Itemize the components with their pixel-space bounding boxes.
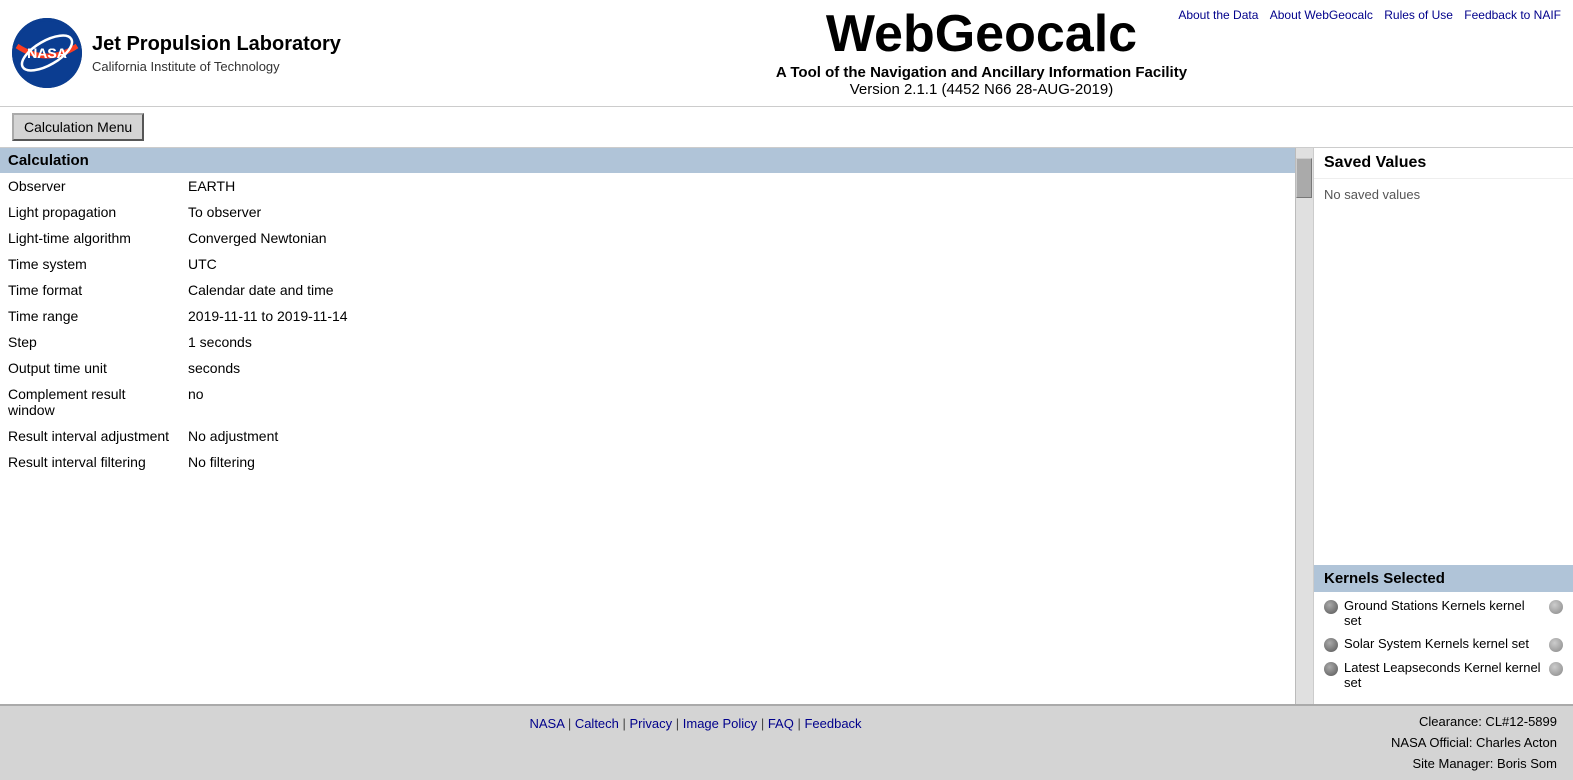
calculation-section-header: Calculation	[0, 148, 1295, 173]
rules-of-use-link[interactable]: Rules of Use	[1384, 8, 1453, 22]
jpl-subtitle: California Institute of Technology	[92, 58, 341, 76]
kernel-item: Ground Stations Kernels kernel set	[1324, 598, 1563, 628]
kernels-selected-header: Kernels Selected	[1314, 565, 1573, 592]
svg-text:NASA: NASA	[27, 45, 67, 61]
jpl-text: Jet Propulsion Laboratory California Ins…	[92, 30, 341, 76]
calculation-menu-button[interactable]: Calculation Menu	[12, 113, 144, 141]
app-subtitle: A Tool of the Navigation and Ancillary I…	[402, 64, 1561, 81]
field-value: UTC	[180, 251, 1295, 277]
footer-faq-link[interactable]: FAQ	[768, 716, 794, 731]
saved-values-header: Saved Values	[1314, 148, 1573, 179]
footer-caltech-link[interactable]: Caltech	[575, 716, 619, 731]
footer-sep-2: |	[623, 716, 630, 731]
field-value: seconds	[180, 355, 1295, 381]
field-label: Light propagation	[0, 199, 180, 225]
nasa-official-text: NASA Official: Charles Acton	[1391, 733, 1557, 754]
footer-feedback-link[interactable]: Feedback	[804, 716, 861, 731]
clearance-text: Clearance: CL#12-5899	[1391, 712, 1557, 733]
kernels-list: Ground Stations Kernels kernel set Solar …	[1314, 592, 1573, 704]
about-webgeocalc-link[interactable]: About WebGeocalc	[1270, 8, 1373, 22]
field-value: no	[180, 381, 1295, 423]
nasa-logo: NASA	[12, 18, 82, 88]
app-version: Version 2.1.1 (4452 N66 28-AUG-2019)	[402, 81, 1561, 98]
kernel-remove-icon[interactable]	[1549, 662, 1563, 676]
field-label: Complement result window	[0, 381, 180, 423]
kernel-item: Solar System Kernels kernel set	[1324, 636, 1563, 652]
footer-privacy-link[interactable]: Privacy	[630, 716, 673, 731]
field-value: Converged Newtonian	[180, 225, 1295, 251]
field-label: Time system	[0, 251, 180, 277]
saved-values-body: No saved values	[1314, 179, 1573, 565]
jpl-title: Jet Propulsion Laboratory	[92, 30, 341, 58]
table-row: Step1 seconds	[0, 329, 1295, 355]
table-row: Output time unitseconds	[0, 355, 1295, 381]
field-value: 1 seconds	[180, 329, 1295, 355]
table-row: Complement result windowno	[0, 381, 1295, 423]
footer-sep-1: |	[568, 716, 575, 731]
main-layout: Calculation ObserverEARTHLight propagati…	[0, 148, 1573, 704]
footer-sep-4: |	[761, 716, 768, 731]
table-row: Result interval adjustmentNo adjustment	[0, 423, 1295, 449]
footer-right: Clearance: CL#12-5899 NASA Official: Cha…	[1391, 712, 1573, 774]
footer-links: NASA | Caltech | Privacy | Image Policy …	[0, 712, 1391, 731]
footer: NASA | Caltech | Privacy | Image Policy …	[0, 704, 1573, 780]
kernel-bullet-icon	[1324, 638, 1338, 652]
kernel-bullet-icon	[1324, 662, 1338, 676]
table-row: Time systemUTC	[0, 251, 1295, 277]
top-nav: About the Data About WebGeocalc Rules of…	[1170, 8, 1561, 22]
scroll-thumb[interactable]	[1296, 158, 1312, 198]
calc-menu-bar: Calculation Menu	[0, 107, 1573, 148]
table-row: Time formatCalendar date and time	[0, 277, 1295, 303]
field-value: EARTH	[180, 173, 1295, 199]
scrollbar[interactable]	[1295, 148, 1313, 704]
calculation-table: ObserverEARTHLight propagationTo observe…	[0, 173, 1295, 475]
kernel-remove-icon[interactable]	[1549, 638, 1563, 652]
field-label: Result interval filtering	[0, 449, 180, 475]
footer-nasa-link[interactable]: NASA	[530, 716, 565, 731]
kernel-label: Latest Leapseconds Kernel kernel set	[1344, 660, 1543, 690]
field-label: Step	[0, 329, 180, 355]
footer-image-policy-link[interactable]: Image Policy	[683, 716, 757, 731]
field-label: Result interval adjustment	[0, 423, 180, 449]
about-data-link[interactable]: About the Data	[1178, 8, 1258, 22]
field-value: No adjustment	[180, 423, 1295, 449]
kernel-remove-icon[interactable]	[1549, 600, 1563, 614]
kernel-label: Ground Stations Kernels kernel set	[1344, 598, 1543, 628]
feedback-naif-link[interactable]: Feedback to NAIF	[1464, 8, 1561, 22]
table-row: Result interval filteringNo filtering	[0, 449, 1295, 475]
table-row: ObserverEARTH	[0, 173, 1295, 199]
right-panel: Saved Values No saved values Kernels Sel…	[1313, 148, 1573, 704]
field-label: Observer	[0, 173, 180, 199]
table-row: Light propagationTo observer	[0, 199, 1295, 225]
table-row: Time range2019-11-11 to 2019-11-14	[0, 303, 1295, 329]
left-content: Calculation ObserverEARTHLight propagati…	[0, 148, 1295, 704]
calc-table-body: ObserverEARTHLight propagationTo observe…	[0, 173, 1295, 475]
site-manager-text: Site Manager: Boris Som	[1391, 754, 1557, 775]
header: NASA Jet Propulsion Laboratory Californi…	[0, 0, 1573, 107]
field-label: Time format	[0, 277, 180, 303]
field-value: 2019-11-11 to 2019-11-14	[180, 303, 1295, 329]
field-label: Output time unit	[0, 355, 180, 381]
field-label: Time range	[0, 303, 180, 329]
field-label: Light-time algorithm	[0, 225, 180, 251]
logo-area: NASA Jet Propulsion Laboratory Californi…	[12, 18, 402, 88]
kernel-item: Latest Leapseconds Kernel kernel set	[1324, 660, 1563, 690]
footer-sep-3: |	[676, 716, 683, 731]
field-value: To observer	[180, 199, 1295, 225]
table-row: Light-time algorithmConverged Newtonian	[0, 225, 1295, 251]
field-value: Calendar date and time	[180, 277, 1295, 303]
kernel-label: Solar System Kernels kernel set	[1344, 636, 1543, 651]
field-value: No filtering	[180, 449, 1295, 475]
kernel-bullet-icon	[1324, 600, 1338, 614]
